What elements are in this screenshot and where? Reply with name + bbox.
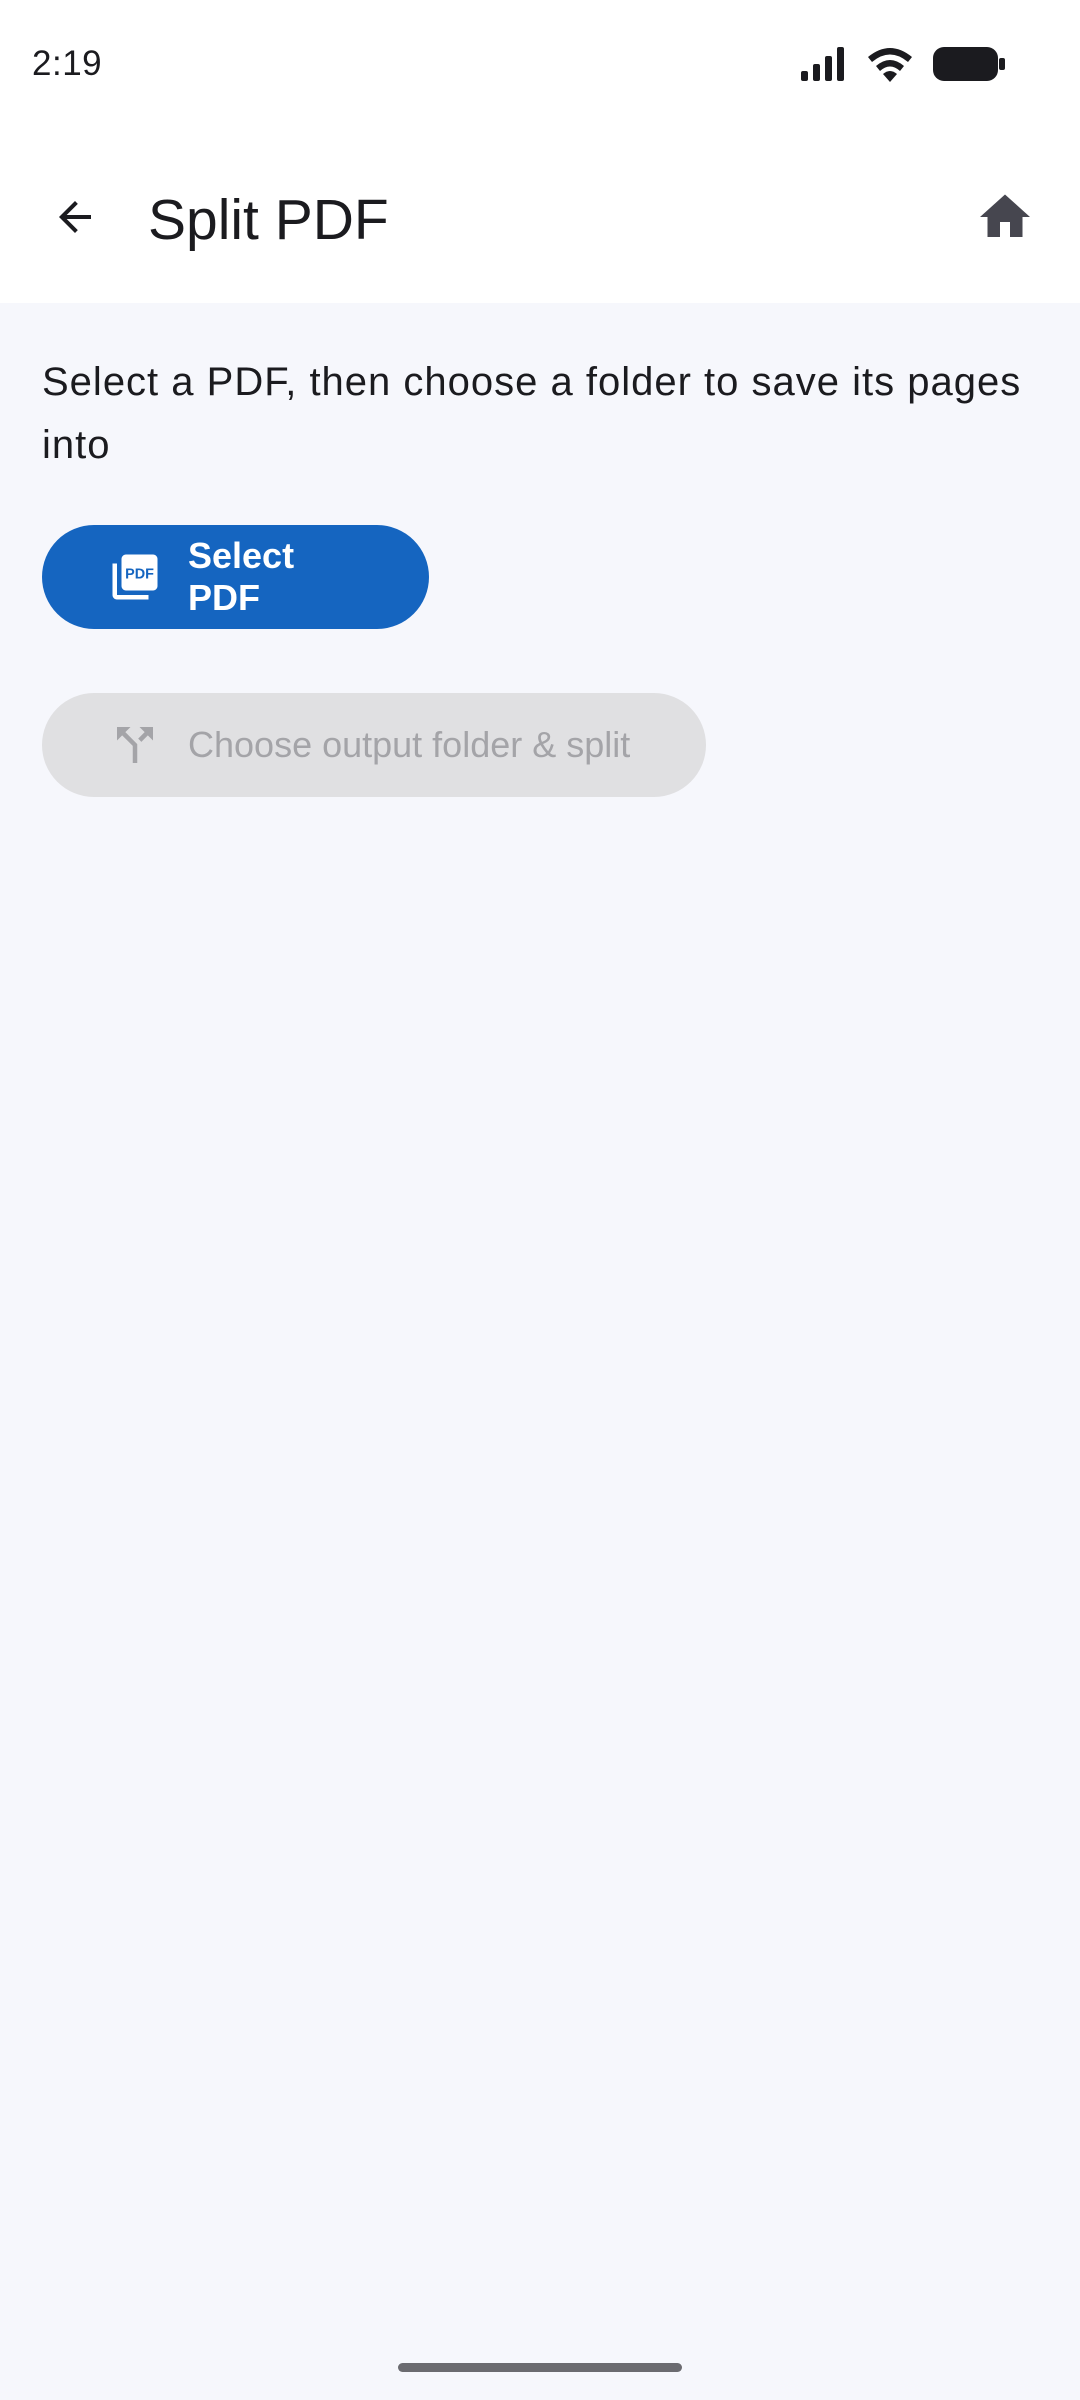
signal-icon (801, 47, 847, 86)
choose-folder-split-label: Choose output folder & split (188, 724, 631, 765)
home-indicator[interactable] (398, 2363, 682, 2372)
status-icons (801, 46, 1005, 87)
back-button[interactable] (31, 175, 119, 263)
home-icon (975, 187, 1035, 252)
battery-icon (933, 47, 1005, 86)
wifi-icon (867, 46, 913, 87)
page-title: Split PDF (148, 188, 389, 252)
arrow-back-icon (51, 193, 99, 246)
choose-folder-split-button[interactable]: Choose output folder & split (42, 693, 706, 797)
status-bar: 2:19 (0, 0, 1080, 135)
top-app-bar: Split PDF (0, 135, 1080, 303)
home-button[interactable] (961, 175, 1049, 263)
instructions-text: Select a PDF, then choose a folder to sa… (42, 360, 1022, 467)
status-time: 2:19 (32, 44, 103, 83)
pdf-file-icon: PDF (108, 550, 162, 604)
select-pdf-label: Select PDF (188, 535, 295, 618)
svg-text:PDF: PDF (125, 566, 154, 582)
call-split-icon (108, 718, 162, 772)
select-pdf-button[interactable]: PDF Select PDF (42, 525, 429, 629)
